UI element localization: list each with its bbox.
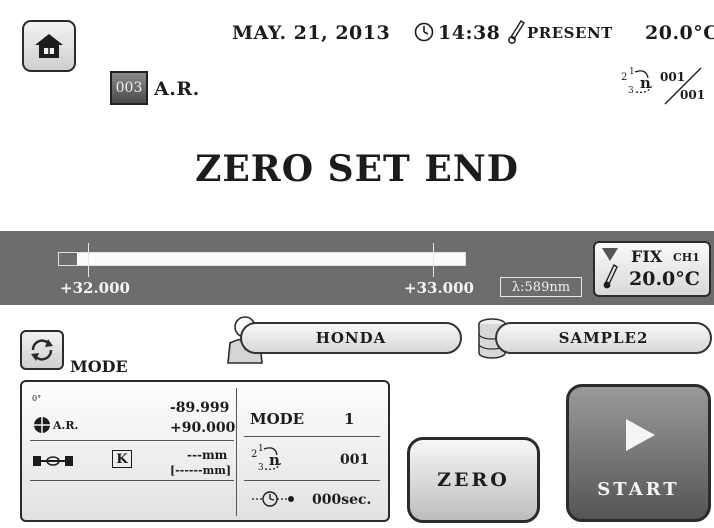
zero-button[interactable]: ZERO — [407, 437, 540, 523]
max-value: +90.000 — [170, 420, 236, 436]
zero-button-label: ZERO — [437, 469, 510, 491]
panel-divider — [244, 480, 380, 481]
repeat-total: 001 — [680, 88, 706, 102]
svg-text:n: n — [269, 451, 280, 469]
time-display: 14:38 — [438, 22, 501, 44]
home-button[interactable] — [22, 20, 76, 72]
range-right-label: +33.000 — [404, 279, 474, 297]
range-tick-left — [88, 243, 89, 277]
delay-timer-icon — [252, 491, 294, 507]
rotation-angle-icon — [33, 416, 51, 434]
mode-switch-button[interactable] — [20, 330, 64, 370]
tube-length-value: ---mm — [187, 448, 228, 462]
delay-value: 000sec. — [312, 492, 372, 508]
play-icon — [626, 419, 655, 451]
range-bar-marker — [59, 253, 79, 265]
program-number-badge[interactable]: 003 — [110, 71, 148, 105]
fix-temperature-button[interactable]: FIX CH1 20.0°C — [593, 241, 711, 297]
range-bar — [58, 252, 466, 266]
operator-field[interactable]: HONDA — [240, 322, 462, 354]
svg-text:3: 3 — [258, 463, 264, 473]
fix-channel: CH1 — [673, 251, 700, 264]
svg-text:2: 2 — [621, 72, 627, 83]
settings-panel[interactable]: 0° A.R. -89.999 +90.000 K ---mm [------m… — [20, 380, 390, 522]
mode-value: 1 — [344, 410, 355, 428]
wavelength-indicator: λ:589nm — [500, 277, 582, 297]
refresh-icon — [31, 339, 53, 361]
fix-temperature: 20.0°C — [629, 268, 700, 290]
sample-field[interactable]: SAMPLE2 — [495, 322, 712, 354]
k-factor-box[interactable]: K — [112, 450, 132, 468]
start-button[interactable]: START — [566, 384, 711, 522]
svg-text:1: 1 — [629, 67, 635, 77]
temp-mode-label: PRESENT — [527, 24, 613, 42]
program-number: 003 — [115, 80, 143, 96]
range-left-label: +32.000 — [60, 279, 130, 297]
tube-icon — [33, 456, 73, 466]
operator-name: HONDA — [315, 329, 387, 347]
panel-divider — [30, 480, 234, 481]
thermometer-icon — [508, 20, 525, 44]
thermometer-icon — [603, 263, 618, 289]
repeat-count-icon: 2 1 3 n — [251, 444, 282, 473]
svg-text:2: 2 — [251, 449, 257, 460]
sample-name: SAMPLE2 — [558, 329, 649, 347]
mode-name: MODE — [250, 410, 305, 428]
dropdown-triangle-icon — [602, 248, 618, 261]
mode-label: MODE — [70, 357, 128, 376]
panel-vertical-divider — [236, 388, 237, 516]
status-title: ZERO SET END — [195, 148, 519, 190]
svg-text:3: 3 — [628, 86, 634, 96]
svg-text:n: n — [640, 74, 651, 92]
fix-label: FIX — [631, 247, 663, 266]
clock-icon — [414, 22, 434, 42]
min-value: -89.999 — [170, 400, 230, 416]
repeat-value: 001 — [340, 452, 370, 468]
date-display: MAY. 21, 2013 — [232, 22, 391, 44]
current-temperature: 20.0°C — [645, 22, 714, 44]
svg-text:1: 1 — [258, 444, 264, 454]
panel-divider — [30, 440, 234, 441]
range-tick-right — [433, 243, 434, 277]
program-name: A.R. — [154, 78, 200, 100]
ar-label: A.R. — [53, 419, 79, 432]
start-button-label: START — [597, 479, 680, 500]
panel-divider — [244, 436, 380, 437]
home-icon — [35, 34, 63, 58]
tube-length-range: [------mm] — [170, 464, 232, 477]
angle-mark: 0° — [32, 394, 42, 403]
repeat-count-icon: 2 1 3 n — [621, 67, 653, 96]
